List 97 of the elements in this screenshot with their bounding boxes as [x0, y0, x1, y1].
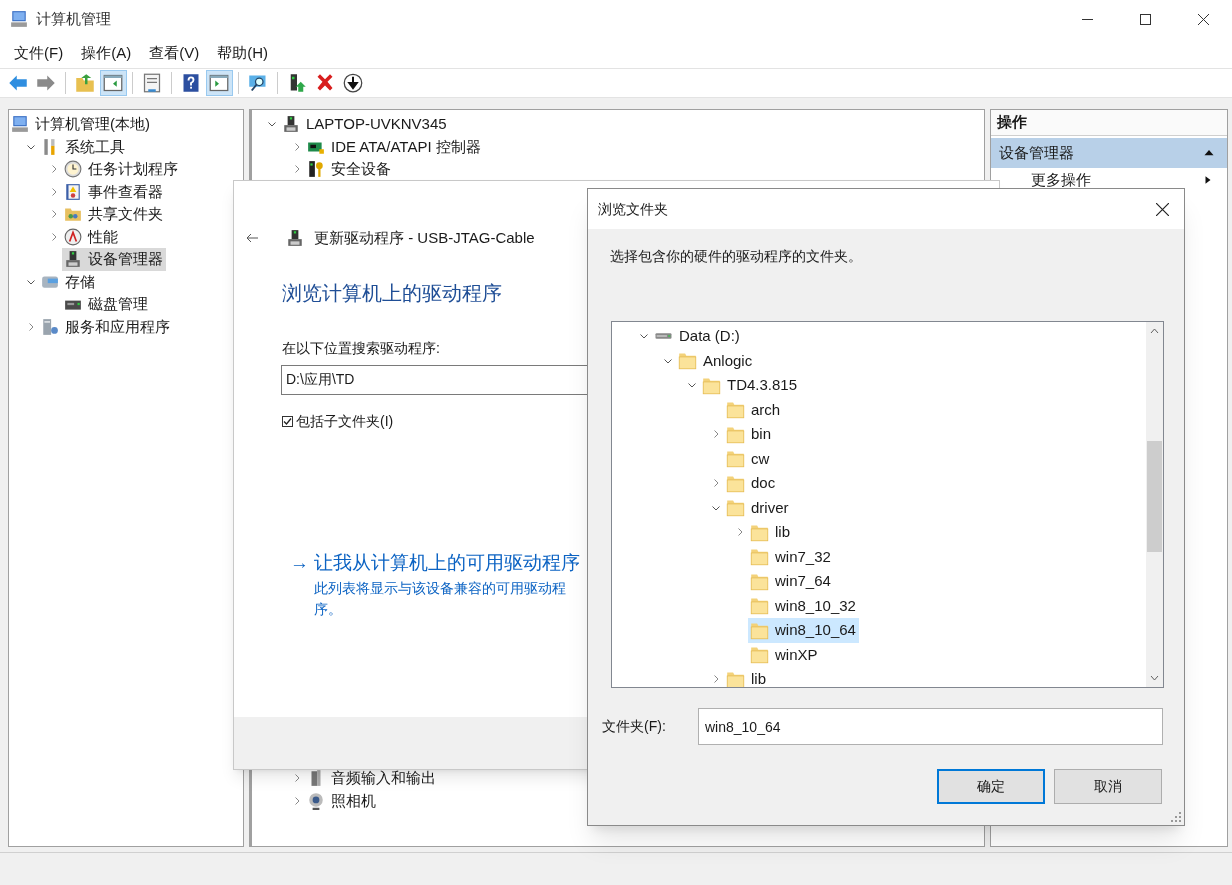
tree-item[interactable]: driver — [724, 495, 792, 520]
download-icon — [343, 73, 363, 93]
tree-item[interactable]: 设备管理器 — [62, 248, 166, 271]
computer-icon — [10, 10, 28, 28]
wizard-title: 更新驱动程序 - USB-JTAG-Cable — [314, 227, 535, 248]
folder-icon — [750, 571, 769, 591]
tree-item[interactable]: IDE ATA/ATAPI 控制器 — [305, 135, 484, 158]
dialog-title: 浏览文件夹 — [598, 199, 668, 219]
window-title: 计算机管理 — [36, 8, 111, 29]
forward-arrow-icon — [36, 73, 56, 93]
tree-item[interactable]: 存储 — [39, 270, 98, 293]
tree-item[interactable]: Data (D:) — [652, 324, 743, 349]
tree-item[interactable]: win7_32 — [748, 544, 834, 569]
search-location-label: 在以下位置搜索驱动程序: — [281, 339, 441, 358]
folder-icon — [750, 596, 769, 616]
dialog-instruction: 选择包含你的硬件的驱动程序的文件夹。 — [609, 247, 863, 266]
device-icon — [282, 115, 300, 134]
dialog-button[interactable]: 确定 — [937, 769, 1045, 804]
checkbox[interactable] — [282, 416, 293, 427]
folder-field[interactable]: win8_10_64 — [698, 708, 1163, 745]
tree-item[interactable]: LAPTOP-UVKNV345 — [280, 113, 450, 136]
folder-icon — [726, 669, 745, 687]
tree-item[interactable]: winXP — [748, 642, 821, 667]
tree-item[interactable]: 磁盘管理 — [62, 293, 151, 316]
drive-icon — [654, 332, 673, 341]
tree-item[interactable]: 事件查看器 — [62, 180, 166, 203]
clock-icon — [64, 160, 82, 179]
folder-icon — [750, 547, 769, 567]
section-header[interactable]: 设备管理器 — [991, 138, 1227, 168]
resize-grip-icon[interactable] — [1171, 812, 1181, 822]
folder-icon — [726, 449, 745, 469]
folder-icon — [726, 473, 745, 493]
properties-icon — [142, 73, 162, 93]
menu-item[interactable]: 操作(A) — [73, 39, 140, 67]
folder-icon — [726, 498, 745, 518]
tree-item[interactable]: 服务和应用程序 — [39, 315, 173, 338]
menu-item[interactable]: 文件(F) — [6, 39, 72, 67]
tree-item[interactable]: bin — [724, 422, 775, 447]
pane-header: 操作 — [991, 110, 1227, 136]
back-arrow-icon — [8, 73, 28, 93]
tree-item[interactable]: lib — [724, 667, 769, 687]
back-arrow-icon[interactable] — [246, 233, 258, 243]
tree-item[interactable]: 系统工具 — [39, 135, 128, 158]
key-icon — [307, 160, 325, 179]
help-icon — [181, 73, 201, 93]
link-description: 此列表将显示与该设备兼容的可用驱动程 — [314, 578, 566, 598]
tree-item[interactable]: 照相机 — [305, 789, 379, 812]
folder-icon — [678, 351, 697, 371]
folder-icon — [750, 645, 769, 665]
tree-item[interactable]: doc — [724, 471, 779, 496]
folder-icon — [64, 205, 82, 224]
tree-item[interactable]: 任务计划程序 — [62, 158, 181, 181]
split-pane-icon — [209, 73, 229, 93]
tree-item[interactable]: TD4.3.815 — [700, 373, 801, 398]
webcam-icon — [307, 791, 325, 810]
folder-icon — [750, 620, 769, 640]
link-description: 序。 — [314, 599, 342, 619]
tree-item[interactable]: cw — [724, 446, 773, 471]
menu-item[interactable]: 查看(V) — [141, 39, 208, 67]
folder-up-icon — [75, 73, 95, 93]
tree-item[interactable]: 计算机管理(本地) — [9, 113, 153, 136]
folder-icon — [726, 424, 745, 444]
tree-item[interactable]: arch — [724, 397, 784, 422]
folder-label: 文件夹(F): — [601, 717, 667, 736]
server-icon — [41, 317, 59, 336]
tree-item[interactable]: lib — [748, 520, 793, 545]
close-icon — [1197, 13, 1209, 25]
delete-icon — [315, 73, 335, 93]
book-icon — [64, 182, 82, 201]
folder-icon — [726, 400, 745, 420]
split-pane-icon — [103, 73, 123, 93]
gauge-icon — [64, 227, 82, 246]
device-icon — [64, 250, 82, 269]
caret-right-icon — [1203, 174, 1213, 186]
scroll-thumb[interactable] — [1147, 441, 1162, 552]
monitor-search-icon — [248, 73, 268, 93]
maximize-icon — [1139, 13, 1151, 25]
action-item[interactable]: 更多操作 — [991, 168, 1227, 192]
device-icon — [286, 229, 304, 247]
checkbox-label: 包括子文件夹(I) — [296, 412, 394, 431]
dialog-button[interactable]: 取消 — [1054, 769, 1162, 804]
tree-item[interactable]: 音频输入和输出 — [305, 767, 439, 790]
tree-item[interactable]: win7_64 — [748, 569, 834, 594]
scrollbar[interactable] — [1146, 322, 1163, 687]
section-label: 设备管理器 — [999, 142, 1074, 163]
wizard-heading: 浏览计算机上的驱动程序 — [281, 281, 503, 306]
computer-icon — [11, 115, 29, 134]
tree-item[interactable]: 安全设备 — [305, 158, 394, 181]
menu-item[interactable]: 帮助(H) — [209, 39, 276, 67]
minimize-icon — [1081, 18, 1093, 20]
tree-item[interactable]: win8_10_32 — [748, 593, 859, 618]
tree-item[interactable]: 性能 — [62, 225, 121, 248]
close-icon — [1155, 202, 1169, 216]
tree-item[interactable]: win8_10_64 — [748, 618, 859, 643]
folder-icon — [702, 375, 721, 395]
tree-item[interactable]: 共享文件夹 — [62, 203, 166, 226]
folder-icon — [750, 522, 769, 542]
